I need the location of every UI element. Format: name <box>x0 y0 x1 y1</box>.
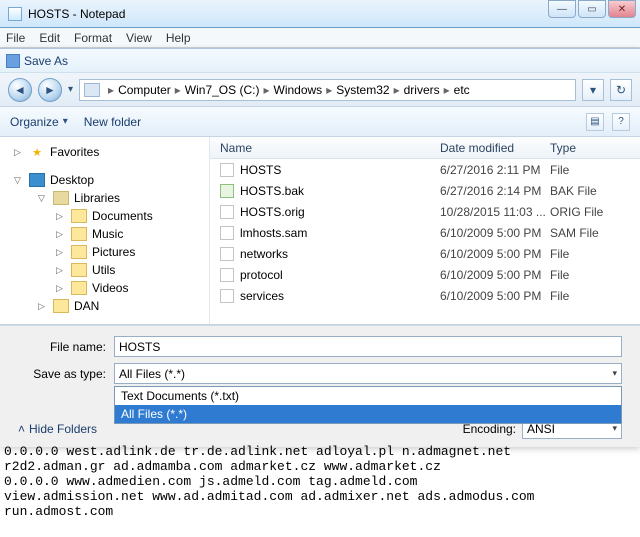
file-icon <box>220 268 234 282</box>
minimize-button[interactable]: — <box>548 0 576 18</box>
file-list-pane: Name Date modified Type HOSTS6/27/2016 2… <box>210 137 640 324</box>
file-name: protocol <box>240 268 440 282</box>
save-as-dialog: Save As ◄ ► ▾ ▸Computer ▸Win7_OS (C:) ▸W… <box>0 48 640 447</box>
help-button[interactable]: ? <box>612 113 630 131</box>
notepad-content[interactable]: 0.0.0.0 west.adlink.de tr.de.adlink.net … <box>4 444 640 519</box>
tree-favorites[interactable]: ▷★Favorites <box>4 143 205 161</box>
chevron-down-icon: ▾ <box>612 368 617 379</box>
saveastype-combo[interactable]: All Files (*.*) ▾ <box>114 363 622 384</box>
file-type: File <box>550 247 569 261</box>
file-icon <box>220 205 234 219</box>
tree-desktop[interactable]: ▽Desktop <box>4 171 205 189</box>
notepad-menubar: File Edit Format View Help <box>0 28 640 48</box>
file-type: File <box>550 289 569 303</box>
file-name: HOSTS <box>240 163 440 177</box>
type-option-txt[interactable]: Text Documents (*.txt) <box>115 387 621 405</box>
close-button[interactable]: ✕ <box>608 0 636 18</box>
file-date: 6/10/2009 5:00 PM <box>440 226 550 240</box>
view-options-button[interactable]: ▤ <box>586 113 604 131</box>
breadcrumb-dropdown-button[interactable]: ▾ <box>582 79 604 101</box>
computer-icon <box>84 83 100 97</box>
tree-documents[interactable]: ▷Documents <box>4 207 205 225</box>
file-row[interactable]: HOSTS.bak6/27/2016 2:14 PMBAK File <box>210 180 640 201</box>
breadcrumb[interactable]: ▸Computer ▸Win7_OS (C:) ▸Windows ▸System… <box>79 79 576 101</box>
chevron-down-icon: ▾ <box>63 116 68 127</box>
file-name: services <box>240 289 440 303</box>
forward-button[interactable]: ► <box>38 78 62 102</box>
menu-file[interactable]: File <box>6 31 25 45</box>
file-type: File <box>550 268 569 282</box>
file-name: networks <box>240 247 440 261</box>
file-name: HOSTS.orig <box>240 205 440 219</box>
hide-folders-button[interactable]: ˄ Hide Folders <box>18 422 97 436</box>
organize-button[interactable]: Organize ▾ <box>10 115 68 129</box>
file-type: SAM File <box>550 226 599 240</box>
tree-dan[interactable]: ▷DAN <box>4 297 205 315</box>
navigation-pane[interactable]: ▷★Favorites ▽Desktop ▽Libraries ▷Documen… <box>0 137 210 324</box>
toolbar: Organize ▾ New folder ▤ ? <box>0 107 640 137</box>
file-icon <box>220 289 234 303</box>
save-as-footer: File name: Save as type: All Files (*.*)… <box>0 325 640 447</box>
file-icon <box>220 247 234 261</box>
menu-format[interactable]: Format <box>74 31 112 45</box>
tree-utils[interactable]: ▷Utils <box>4 261 205 279</box>
file-row[interactable]: services6/10/2009 5:00 PMFile <box>210 285 640 306</box>
crumb-system32[interactable]: System32 <box>336 83 389 97</box>
saveastype-label: Save as type: <box>18 367 114 381</box>
saveastype-dropdown: Text Documents (*.txt) All Files (*.*) <box>114 386 622 424</box>
menu-edit[interactable]: Edit <box>39 31 60 45</box>
filename-label: File name: <box>18 340 114 354</box>
maximize-button[interactable]: ▭ <box>578 0 606 18</box>
file-date: 6/27/2016 2:11 PM <box>440 163 550 177</box>
tree-libraries[interactable]: ▽Libraries <box>4 189 205 207</box>
filename-input[interactable] <box>114 336 622 357</box>
notepad-titlebar[interactable]: HOSTS - Notepad — ▭ ✕ <box>0 0 640 28</box>
crumb-etc[interactable]: etc <box>454 83 470 97</box>
file-date: 6/10/2009 5:00 PM <box>440 247 550 261</box>
file-row[interactable]: HOSTS6/27/2016 2:11 PMFile <box>210 159 640 180</box>
new-folder-button[interactable]: New folder <box>84 115 141 129</box>
menu-view[interactable]: View <box>126 31 152 45</box>
save-as-titlebar[interactable]: Save As <box>0 49 640 73</box>
chevron-down-icon: ▾ <box>612 423 617 434</box>
file-icon <box>220 226 234 240</box>
column-name[interactable]: Name <box>220 141 440 155</box>
tree-pictures[interactable]: ▷Pictures <box>4 243 205 261</box>
tree-videos[interactable]: ▷Videos <box>4 279 205 297</box>
tree-music[interactable]: ▷Music <box>4 225 205 243</box>
column-type[interactable]: Type <box>550 141 640 155</box>
file-date: 6/27/2016 2:14 PM <box>440 184 550 198</box>
navigation-row: ◄ ► ▾ ▸Computer ▸Win7_OS (C:) ▸Windows ▸… <box>0 73 640 107</box>
file-row[interactable]: lmhosts.sam6/10/2009 5:00 PMSAM File <box>210 222 640 243</box>
save-as-title: Save As <box>24 54 68 68</box>
file-type: ORIG File <box>550 205 603 219</box>
save-icon <box>6 54 20 68</box>
crumb-computer[interactable]: Computer <box>118 83 171 97</box>
back-button[interactable]: ◄ <box>8 78 32 102</box>
file-date: 6/10/2009 5:00 PM <box>440 289 550 303</box>
file-name: lmhosts.sam <box>240 226 440 240</box>
file-date: 6/10/2009 5:00 PM <box>440 268 550 282</box>
crumb-drive[interactable]: Win7_OS (C:) <box>185 83 260 97</box>
file-type: File <box>550 163 569 177</box>
window-title: HOSTS - Notepad <box>28 7 125 21</box>
file-icon <box>220 163 234 177</box>
file-type: BAK File <box>550 184 597 198</box>
file-name: HOSTS.bak <box>240 184 440 198</box>
refresh-button[interactable]: ↻ <box>610 79 632 101</box>
file-row[interactable]: HOSTS.orig10/28/2015 11:03 ...ORIG File <box>210 201 640 222</box>
menu-help[interactable]: Help <box>166 31 191 45</box>
history-dropdown-icon[interactable]: ▾ <box>68 84 73 95</box>
type-option-all[interactable]: All Files (*.*) <box>115 405 621 423</box>
file-row[interactable]: protocol6/10/2009 5:00 PMFile <box>210 264 640 285</box>
file-date: 10/28/2015 11:03 ... <box>440 205 550 219</box>
crumb-drivers[interactable]: drivers <box>404 83 440 97</box>
file-row[interactable]: networks6/10/2009 5:00 PMFile <box>210 243 640 264</box>
column-date[interactable]: Date modified <box>440 141 550 155</box>
file-icon <box>220 184 234 198</box>
notepad-icon <box>8 7 22 21</box>
chevron-up-icon: ˄ <box>18 422 25 436</box>
crumb-windows[interactable]: Windows <box>274 83 323 97</box>
